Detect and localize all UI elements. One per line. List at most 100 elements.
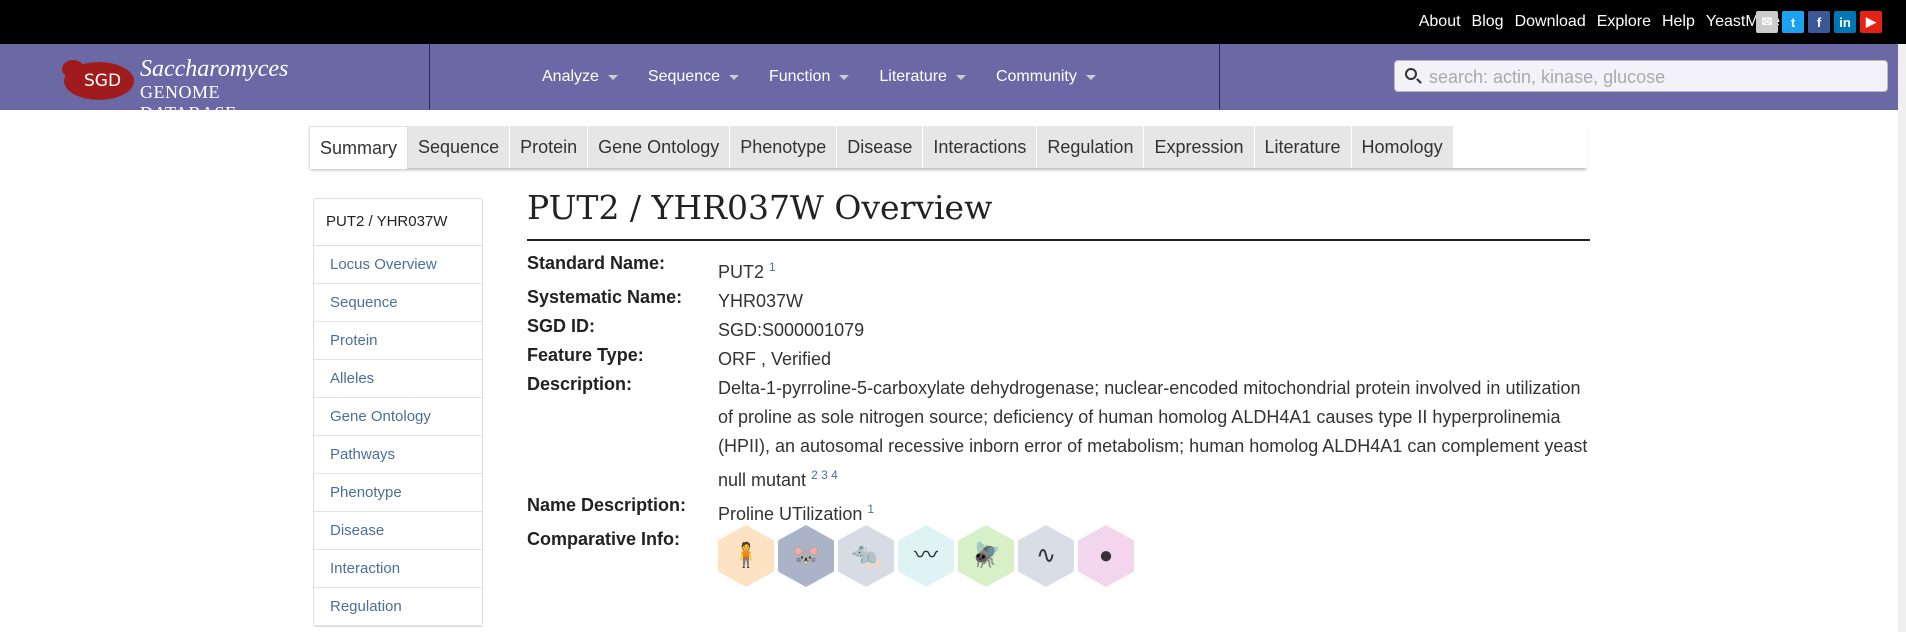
menu-analyze[interactable]: Analyze xyxy=(542,68,618,86)
menu-literature[interactable]: Literature xyxy=(879,68,966,86)
yeast-icon[interactable]: ● xyxy=(1078,525,1134,587)
search-icon[interactable] xyxy=(1405,68,1417,80)
logo-line2: GENOME DATABASE xyxy=(140,82,237,123)
sgd-logo[interactable]: SGD Saccharomyces GENOME DATABASE xyxy=(62,56,314,123)
zebrafish-icon[interactable]: 〰 xyxy=(898,525,954,587)
icon-glyph: 🐭 xyxy=(791,542,821,569)
nav-divider xyxy=(1219,44,1220,110)
top-link-explore[interactable]: Explore xyxy=(1597,13,1651,31)
icon-glyph: 🪰 xyxy=(971,542,1001,569)
reference-link[interactable]: 1 xyxy=(867,502,874,516)
standard-name-value: PUT2 xyxy=(718,262,765,282)
facebook-icon[interactable]: f xyxy=(1808,11,1830,33)
logo-line1: Saccharomyces xyxy=(140,56,289,82)
top-link-help[interactable]: Help xyxy=(1662,13,1695,31)
name-description-row: Name Description: Proline UTilization 1 xyxy=(527,495,1590,529)
chevron-down-icon xyxy=(955,74,966,80)
menu-community[interactable]: Community xyxy=(996,68,1096,86)
top-link-blog[interactable]: Blog xyxy=(1472,13,1504,31)
overview-panel: PUT2 / YHR037W Overview Standard Name: P… xyxy=(527,188,1590,596)
tab-gene-ontology[interactable]: Gene Ontology xyxy=(588,126,731,168)
field-label: Name Description: xyxy=(527,495,687,515)
tab-literature[interactable]: Literature xyxy=(1254,126,1352,168)
sidebar-header: PUT2 / YHR037W xyxy=(314,199,482,246)
systematic-name-value: YHR037W xyxy=(718,291,804,311)
menu-label: Sequence xyxy=(647,68,720,85)
tab-homology[interactable]: Homology xyxy=(1351,126,1454,168)
description-row: Description: Delta-1-pyrroline-5-carboxy… xyxy=(527,374,1590,495)
sidebar-item-phenotype[interactable]: Phenotype xyxy=(314,474,482,512)
icon-glyph: ● xyxy=(1098,542,1114,569)
sidebar: PUT2 / YHR037W Locus Overview Sequence Pro… xyxy=(313,198,483,627)
field-label: Feature Type: xyxy=(527,345,644,365)
top-link-download[interactable]: Download xyxy=(1515,13,1586,31)
search-input[interactable] xyxy=(1427,63,1881,91)
menu-label: Analyze xyxy=(542,68,599,85)
worm-icon[interactable]: ∿ xyxy=(1018,525,1074,587)
field-label: Systematic Name: xyxy=(527,287,683,307)
sidebar-item-sequence[interactable]: Sequence xyxy=(314,284,482,322)
tab-summary[interactable]: Summary xyxy=(309,126,409,169)
top-link-about[interactable]: About xyxy=(1419,13,1461,31)
linkedin-icon[interactable]: in xyxy=(1834,11,1856,33)
sidebar-item-pathways[interactable]: Pathways xyxy=(314,436,482,474)
systematic-name-row: Systematic Name: YHR037W xyxy=(527,287,1590,316)
tab-sequence[interactable]: Sequence xyxy=(408,126,511,168)
comparative-icons: 🧍 🐭 🐀 〰 🪰 ∿ ● xyxy=(718,525,1138,596)
sidebar-item-interaction[interactable]: Interaction xyxy=(314,550,482,588)
field-label: SGD ID: xyxy=(527,316,596,336)
field-label: Comparative Info: xyxy=(527,529,681,549)
mail-icon[interactable]: ✉ xyxy=(1756,11,1778,33)
sidebar-item-locus-overview[interactable]: Locus Overview xyxy=(314,246,482,284)
tab-interactions[interactable]: Interactions xyxy=(923,126,1038,168)
locus-tabs: Summary Sequence Protein Gene Ontology Pheno… xyxy=(309,126,1587,169)
name-description-value: Proline UTilization xyxy=(718,504,863,524)
rat-icon[interactable]: 🐀 xyxy=(838,525,894,587)
social-links: ✉ t f in ▶ xyxy=(1756,11,1882,33)
top-bar: About Blog Download Explore Help YeastMi… xyxy=(0,0,1906,44)
sgd-id-row: SGD ID: SGD:S000001079 xyxy=(527,316,1590,345)
scrollbar[interactable] xyxy=(1898,44,1906,632)
search-box xyxy=(1394,60,1888,92)
chevron-down-icon xyxy=(839,74,850,80)
sidebar-item-protein[interactable]: Protein xyxy=(314,322,482,360)
top-links: About Blog Download Explore Help YeastMi… xyxy=(1408,0,1780,44)
human-icon[interactable]: 🧍 xyxy=(718,525,774,587)
twitter-icon[interactable]: t xyxy=(1782,11,1804,33)
icon-glyph: ∿ xyxy=(1035,542,1057,569)
description-value: Delta-1-pyrroline-5-carboxylate dehydrog… xyxy=(718,378,1588,490)
fly-icon[interactable]: 🪰 xyxy=(958,525,1014,587)
chevron-down-icon xyxy=(728,74,739,80)
icon-glyph: 🐀 xyxy=(851,542,881,569)
comparative-row: Comparative Info: 🧍 🐭 🐀 〰 🪰 ∿ ● xyxy=(527,525,1590,596)
field-label: Description: xyxy=(527,374,633,394)
sidebar-item-regulation[interactable]: Regulation xyxy=(314,588,482,626)
menu-label: Community xyxy=(995,68,1077,85)
main-menu: Analyze Sequence Function Literature Com… xyxy=(542,44,1126,110)
sidebar-item-alleles[interactable]: Alleles xyxy=(314,360,482,398)
feature-type-row: Feature Type: ORF , Verified xyxy=(527,345,1590,374)
page-title: PUT2 / YHR037W Overview xyxy=(527,188,1590,241)
menu-label: Function xyxy=(768,68,831,85)
chevron-down-icon xyxy=(1085,74,1096,80)
tab-phenotype[interactable]: Phenotype xyxy=(730,126,838,168)
menu-sequence[interactable]: Sequence xyxy=(648,68,739,86)
field-label: Standard Name: xyxy=(527,253,666,273)
menu-label: Literature xyxy=(879,68,947,85)
tab-protein[interactable]: Protein xyxy=(510,126,589,168)
tab-disease[interactable]: Disease xyxy=(837,126,924,168)
reference-link[interactable]: 1 xyxy=(769,260,776,274)
menu-function[interactable]: Function xyxy=(768,68,850,86)
chevron-down-icon xyxy=(607,74,618,80)
sidebar-item-disease[interactable]: Disease xyxy=(314,512,482,550)
tab-regulation[interactable]: Regulation xyxy=(1037,126,1145,168)
tab-expression[interactable]: Expression xyxy=(1144,126,1255,168)
mouse-icon[interactable]: 🐭 xyxy=(778,525,834,587)
youtube-icon[interactable]: ▶ xyxy=(1860,11,1882,33)
reference-links[interactable]: 2 3 4 xyxy=(811,468,838,482)
standard-name-row: Standard Name: PUT2 1 xyxy=(527,253,1590,287)
sidebar-item-gene-ontology[interactable]: Gene Ontology xyxy=(314,398,482,436)
icon-glyph: 〰 xyxy=(914,542,938,569)
sgd-id-value: SGD:S000001079 xyxy=(718,320,865,340)
feature-type-value: ORF , Verified xyxy=(718,349,832,369)
